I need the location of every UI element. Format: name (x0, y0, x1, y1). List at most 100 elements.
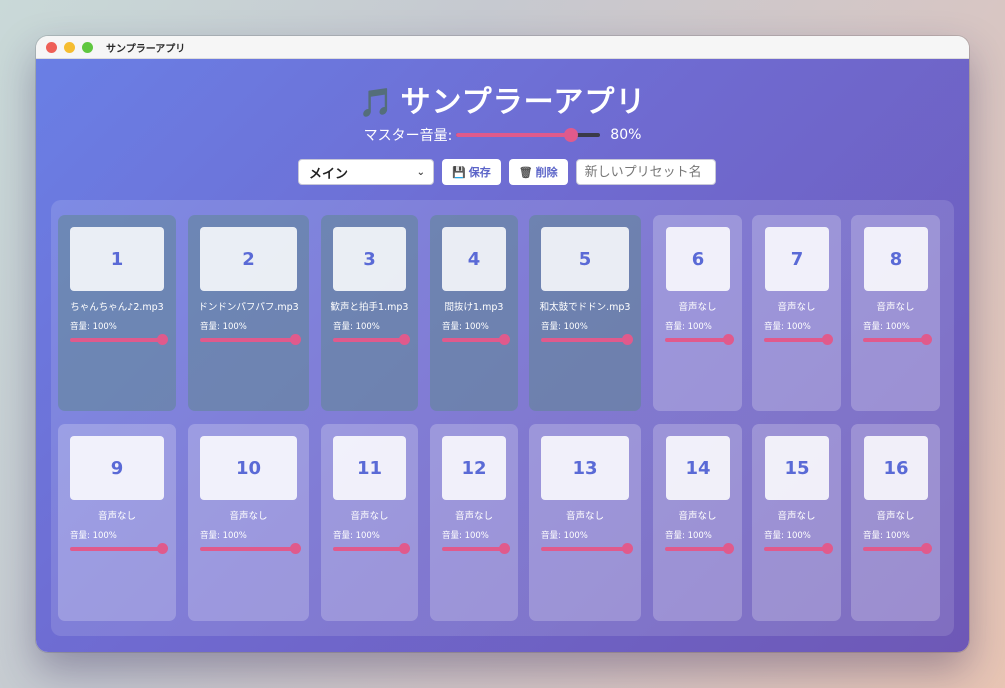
chevron-down-icon: ⌄ (416, 166, 425, 178)
app-content: 🎵 サンプラーアプリ マスター音量: 80% メイン ⌄ 💾 保存 🗑 削除 新… (36, 59, 969, 652)
pad-volume-slider[interactable] (70, 334, 168, 345)
pad-volume-slider[interactable] (541, 543, 633, 554)
pad-sound-name: 音声なし (229, 511, 268, 522)
pad-volume-label: 音量: 100% (863, 531, 910, 541)
pad-trigger-button[interactable]: 12 (442, 436, 506, 500)
pad-volume-thumb[interactable] (157, 334, 168, 345)
pad-sound-name: 歓声と拍手1.mp3 (330, 302, 409, 313)
sampler-pad: 12 音声なし音量: 100% (430, 424, 518, 621)
pad-volume-slider[interactable] (541, 334, 633, 345)
pad-volume-slider[interactable] (665, 543, 734, 554)
pad-volume-slider[interactable] (200, 543, 301, 554)
pad-sound-name: 間抜け1.mp3 (444, 302, 504, 313)
delete-button-label: 削除 (535, 166, 558, 179)
save-button[interactable]: 💾 保存 (442, 159, 501, 185)
page-title: 🎵 サンプラーアプリ (36, 77, 969, 121)
pad-trigger-button[interactable]: 15 (765, 436, 829, 500)
pad-sound-name: 音声なし (454, 511, 493, 522)
pad-volume-thumb[interactable] (723, 334, 734, 345)
pad-volume-slider[interactable] (764, 543, 833, 554)
pad-trigger-button[interactable]: 9 (70, 436, 164, 500)
delete-button[interactable]: 🗑 削除 (508, 159, 568, 185)
pad-trigger-button[interactable]: 1 (70, 227, 164, 291)
pad-sound-name: ドンドンパフパフ.mp3 (198, 302, 299, 313)
window-title: サンプラーアプリ (106, 43, 186, 55)
pad-trigger-button[interactable]: 2 (200, 227, 297, 291)
pad-sound-name: 音声なし (777, 511, 816, 522)
sampler-pad: 6 音声なし 音量: 100% (653, 215, 742, 411)
pad-trigger-button[interactable]: 16 (864, 436, 928, 500)
pad-volume-thumb[interactable] (723, 543, 734, 554)
pad-sound-name: 音声なし (876, 511, 915, 522)
zoom-window-button[interactable] (82, 41, 93, 53)
sampler-pad: 3 歓声と拍手1.mp3 音量: 100% (321, 215, 418, 411)
pad-volume-label: 音量: 100% (442, 322, 489, 332)
preset-select-value: メイン (309, 166, 349, 182)
sampler-pad: 2 ドンドンパフパフ.mp3 音量: 100% (188, 215, 309, 411)
pad-volume-thumb[interactable] (290, 334, 301, 345)
pad-volume-label: 音量: 100% (764, 322, 811, 332)
pad-volume-label: 音量: 100% (764, 531, 811, 541)
pad-trigger-button[interactable]: 6 (666, 227, 730, 291)
pad-volume-label: 音量: 100% (541, 531, 588, 541)
pad-volume-thumb[interactable] (290, 543, 301, 554)
pad-volume-slider[interactable] (442, 543, 510, 554)
pad-trigger-button[interactable]: 8 (864, 227, 928, 291)
floppy-disk-icon: 💾 (452, 165, 466, 179)
pad-volume-label: 音量: 100% (333, 322, 380, 332)
sampler-pad: 1 ちゃんちゃん♪2.mp3 音量: 100% (58, 215, 176, 411)
pad-sound-name: 和太鼓でドドン.mp3 (539, 302, 631, 313)
pad-volume-slider[interactable] (70, 543, 168, 554)
pad-trigger-button[interactable]: 10 (200, 436, 297, 500)
sampler-pad: 4 間抜け1.mp3 音量: 100% (430, 215, 518, 411)
pad-trigger-button[interactable]: 7 (765, 227, 829, 291)
pad-sound-name: 音声なし (876, 302, 915, 313)
pad-trigger-button[interactable]: 14 (666, 436, 730, 500)
pad-volume-thumb[interactable] (822, 543, 833, 554)
master-volume-thumb[interactable] (564, 128, 579, 142)
sampler-pad: 16 音声なし音量: 100% (851, 424, 940, 621)
pad-volume-slider[interactable] (200, 334, 301, 345)
pad-trigger-button[interactable]: 4 (442, 227, 506, 291)
pad-volume-label: 音量: 100% (665, 322, 712, 332)
pad-volume-label: 音量: 100% (333, 531, 380, 541)
pad-volume-thumb[interactable] (921, 543, 932, 554)
minimize-window-button[interactable] (64, 41, 75, 53)
preset-select[interactable]: メイン ⌄ (298, 159, 434, 185)
pad-volume-thumb[interactable] (499, 334, 510, 345)
sampler-pad: 15 音声なし音量: 100% (752, 424, 841, 621)
save-button-label: 保存 (468, 166, 491, 179)
pad-sound-name: 音声なし (350, 511, 389, 522)
pad-trigger-button[interactable]: 13 (541, 436, 629, 500)
close-window-button[interactable] (46, 41, 57, 53)
pad-trigger-button[interactable]: 11 (333, 436, 406, 500)
master-volume-label: マスター音量: (363, 128, 453, 144)
page-title-text: サンプラーアプリ (400, 85, 647, 120)
pad-volume-thumb[interactable] (622, 334, 633, 345)
pad-trigger-button[interactable]: 3 (333, 227, 406, 291)
pad-sound-name: 音声なし (777, 302, 816, 313)
pad-volume-slider[interactable] (333, 543, 410, 554)
master-volume-slider[interactable] (456, 128, 601, 142)
master-volume-fill (456, 133, 572, 137)
pad-sound-name: 音声なし (97, 511, 136, 522)
pad-volume-slider[interactable] (863, 334, 932, 345)
pad-volume-thumb[interactable] (499, 543, 510, 554)
pad-volume-slider[interactable] (764, 334, 833, 345)
pad-volume-slider[interactable] (665, 334, 734, 345)
pad-volume-label: 音量: 100% (442, 531, 489, 541)
pad-volume-slider[interactable] (442, 334, 510, 345)
pad-volume-slider[interactable] (863, 543, 932, 554)
new-preset-name-input[interactable] (575, 159, 716, 185)
pad-volume-thumb[interactable] (399, 334, 410, 345)
pad-volume-thumb[interactable] (399, 543, 410, 554)
pad-volume-label: 音量: 100% (863, 322, 910, 332)
pad-volume-thumb[interactable] (622, 543, 633, 554)
pad-trigger-button[interactable]: 5 (541, 227, 629, 291)
pad-volume-slider[interactable] (333, 334, 410, 345)
pad-volume-thumb[interactable] (921, 334, 932, 345)
pad-volume-thumb[interactable] (157, 543, 168, 554)
pad-volume-label: 音量: 100% (200, 322, 247, 332)
musical-note-icon: 🎵 (358, 86, 395, 119)
pad-volume-thumb[interactable] (822, 334, 833, 345)
